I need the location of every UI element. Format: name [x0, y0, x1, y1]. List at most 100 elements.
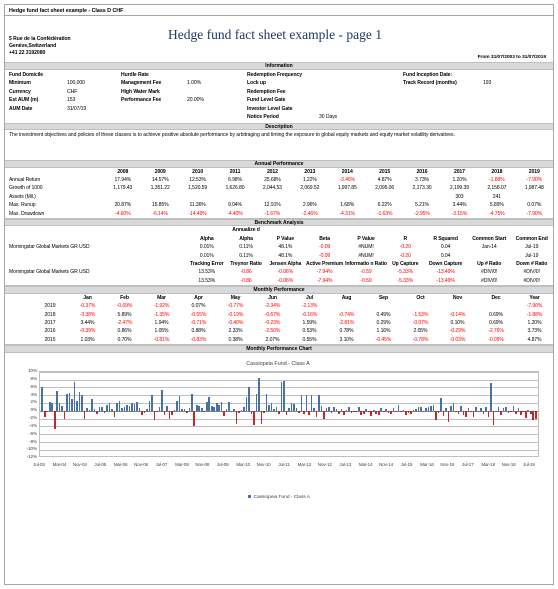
- annual-cell: -6.14%: [152, 210, 168, 217]
- chart-bar: [81, 394, 83, 411]
- chart-bar: [248, 386, 250, 411]
- chart-bar: [181, 408, 183, 411]
- x-tick-label: Mar-18: [481, 461, 495, 467]
- chart-bar: [51, 403, 53, 411]
- sheet-tab[interactable]: Hedge fund fact sheet example - Class D …: [5, 5, 553, 16]
- chart-bar: [357, 407, 360, 411]
- chart-bar: [318, 394, 320, 411]
- info-label: [117, 113, 187, 122]
- chart-bar: [300, 395, 303, 411]
- annual-year-header: 2014: [341, 168, 353, 175]
- chart-bar: [268, 404, 270, 411]
- chart-bar: [392, 407, 395, 411]
- chart-bar: [445, 407, 447, 411]
- info-value: [483, 71, 553, 80]
- chart-bar: [482, 410, 485, 414]
- info-value: [319, 105, 399, 114]
- benchmark-cell: 13.53%: [198, 277, 216, 284]
- chart-bar: [345, 409, 348, 411]
- chart-bar: [519, 410, 522, 416]
- info-label: Notice Period: [247, 114, 279, 120]
- annual-cell: 12.91%: [264, 202, 281, 209]
- annual-cell: 25.68%: [264, 176, 281, 183]
- chart-bar: [255, 394, 258, 411]
- annual-cell: [179, 193, 216, 201]
- info-value: 193: [483, 80, 492, 86]
- chart-bar: [430, 405, 432, 411]
- annual-cell: 2.96%: [302, 202, 317, 209]
- annual-cell: 2,173.30: [412, 185, 432, 192]
- info-label: Fund Level Gate: [247, 97, 286, 103]
- monthly-cell: 0.88%: [191, 328, 206, 335]
- benchmark-column-header: Informatio n Ratio: [345, 261, 387, 268]
- chart-bar: [295, 408, 298, 411]
- monthly-month-header: Oct: [416, 294, 425, 301]
- info-label: Fund Domicile: [9, 71, 44, 78]
- chart-bar: [420, 406, 422, 411]
- chart-bar: [143, 410, 146, 414]
- info-value: [67, 113, 117, 122]
- annual-performance-table: 2008 2009 2010 2011 2012 2013 2014 2015 2016 2017…: [5, 168, 553, 219]
- chart-bar: [48, 402, 51, 411]
- chart-bar: [168, 410, 171, 419]
- chart-bar: [113, 410, 116, 417]
- chart-bar: [133, 404, 136, 411]
- chart-bar: [362, 410, 365, 414]
- annual-cell: 2,069.52: [300, 185, 320, 192]
- benchmark-cell: 0.11%: [239, 244, 253, 251]
- monthly-cell: -2.76%: [488, 328, 504, 335]
- chart-bar: [353, 410, 355, 413]
- info-label: Lock up: [247, 80, 266, 86]
- chart-legend: Cassiopeia Fund - Class A: [5, 494, 553, 500]
- annual-row-label: Max. Drawdown: [9, 210, 45, 217]
- monthly-cell: 0.07%: [191, 303, 206, 310]
- y-tick-label: -8%: [29, 438, 37, 444]
- monthly-cell: 0.70%: [117, 336, 132, 343]
- chart-bar: [437, 410, 440, 414]
- monthly-cell: 0.55%: [302, 336, 317, 343]
- monthly-year-label: 2017: [44, 320, 56, 326]
- annual-cell: 2,044.53: [262, 185, 282, 192]
- chart-bar: [76, 401, 78, 411]
- benchmark-column-header: Up # Ratio: [477, 261, 502, 268]
- monthly-cell: -0.09%: [488, 336, 504, 343]
- chart-bar: [225, 408, 228, 411]
- chart-bar: [417, 407, 420, 411]
- chart-bar: [400, 410, 402, 412]
- chart-bar: [475, 407, 477, 411]
- chart-bar: [472, 410, 475, 417]
- chart-bar: [490, 383, 492, 411]
- chart-bar: [253, 410, 255, 425]
- benchmark-column-header: Common End: [515, 235, 548, 242]
- info-value: [187, 71, 243, 80]
- benchmark-cell: -13.49%: [436, 269, 455, 276]
- benchmark-analysis-band: Benchmark Analysis: [5, 218, 553, 227]
- annual-cell: 0.07%: [527, 202, 542, 209]
- chart-bar: [285, 410, 288, 416]
- chart-bar: [467, 408, 470, 411]
- benchmark-cell: -0.86: [240, 277, 252, 284]
- x-tick-label: Jul-13: [339, 461, 352, 467]
- annual-cell: 303: [455, 193, 464, 200]
- table-row: 2018 -3.38% 5.89% -1.35% -0.55% -0.19% -0.67% -…: [5, 311, 553, 319]
- chart-bar: [293, 404, 295, 411]
- benchmark-cell: 0.11%: [239, 252, 253, 259]
- chart-bar: [126, 404, 128, 411]
- monthly-cell: -0.77%: [227, 303, 244, 310]
- monthly-cell: 4.87%: [527, 336, 542, 343]
- benchmark-corner: [5, 226, 188, 243]
- chart-bar: [205, 402, 208, 411]
- monthly-cell: 0.49%: [376, 311, 391, 318]
- table-row: 2016 -0.39% 0.86% 1.05% 0.88% 2.33% -2.50% 0.53…: [5, 327, 553, 335]
- x-tick-label: Nov-16: [440, 461, 455, 467]
- annual-cell: 1,987.48: [524, 185, 544, 192]
- info-label: Hurdle Rate: [121, 71, 149, 78]
- chart-bar: [512, 406, 515, 411]
- info-value: [483, 105, 553, 114]
- chart-bar: [375, 410, 378, 414]
- annual-year-header: 2017: [453, 168, 465, 175]
- chart-bar: [223, 410, 225, 416]
- chart-bar: [111, 409, 113, 411]
- monthly-cell: 1.16%: [376, 328, 391, 335]
- chart-bar: [343, 410, 345, 415]
